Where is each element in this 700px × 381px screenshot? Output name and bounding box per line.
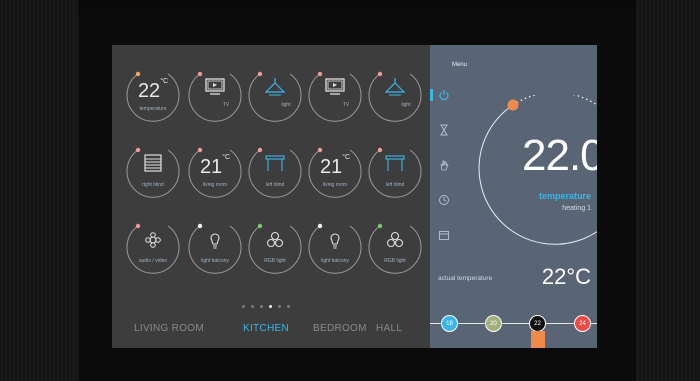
- actual-temp-label: actual temperature: [438, 275, 493, 282]
- device-bezel-left: [0, 0, 78, 381]
- ceiling-light-icon: [384, 78, 406, 96]
- blind-open-icon: [385, 155, 405, 171]
- tile-label: TV: [222, 102, 230, 108]
- tile-label: RGB light: [384, 258, 406, 264]
- tile-value: 21°C: [199, 154, 231, 178]
- tile-light[interactable]: light: [366, 66, 424, 124]
- tile-light-balcony[interactable]: light balcony: [306, 218, 364, 276]
- tile-tv[interactable]: TV: [186, 66, 244, 124]
- preset-24[interactable]: 24: [574, 315, 591, 332]
- preset-22[interactable]: 22: [529, 315, 546, 332]
- tile-audio-video[interactable]: audio / video: [124, 218, 182, 276]
- page-dot[interactable]: [242, 305, 245, 308]
- bulb-icon: [210, 233, 220, 249]
- tile-label: living room: [322, 182, 348, 188]
- tile-rgb-light[interactable]: RGB light: [246, 218, 304, 276]
- room-tab-kitchen[interactable]: KITCHEN: [243, 323, 289, 334]
- blind-icon: [144, 154, 162, 172]
- tile-label: RGB light: [264, 258, 286, 264]
- room-panel: 22°C temperature TV light TV light right…: [112, 45, 430, 348]
- setpoint-dial[interactable]: [478, 95, 597, 270]
- tile-living-room-temp[interactable]: 21°C living room: [306, 142, 364, 200]
- blind-open-icon: [265, 155, 285, 171]
- tile-label: left blind: [385, 182, 405, 188]
- menu-label[interactable]: Menu: [452, 62, 467, 68]
- touch-screen: 22°C temperature TV light TV light right…: [112, 45, 597, 348]
- speaker-icon: [145, 232, 161, 248]
- page-dot[interactable]: [260, 305, 263, 308]
- tile-left-blind[interactable]: left blind: [366, 142, 424, 200]
- tile-label: living room: [202, 182, 228, 188]
- tile-label: light: [401, 102, 411, 108]
- tv-icon: [325, 78, 345, 95]
- tile-label: temperature: [139, 106, 167, 112]
- mode-label: temperature: [538, 191, 591, 201]
- hand-icon[interactable]: [438, 159, 450, 171]
- tile-tv[interactable]: TV: [306, 66, 364, 124]
- tile-label: left blind: [265, 182, 285, 188]
- tv-icon: [205, 78, 225, 95]
- device-bezel-top: [78, 0, 636, 12]
- page-dot[interactable]: [251, 305, 254, 308]
- tile-light[interactable]: light: [246, 66, 304, 124]
- page-indicator[interactable]: [242, 305, 290, 308]
- rgb-icon: [386, 231, 404, 248]
- setpoint-value: 22.0: [522, 131, 597, 180]
- tile-value: 22°C: [137, 78, 169, 102]
- tile-rgb-light[interactable]: RGB light: [366, 218, 424, 276]
- device-bezel-right: [636, 0, 700, 381]
- tile-right-blind[interactable]: right blind: [124, 142, 182, 200]
- rgb-icon: [266, 231, 284, 248]
- tile-label: TV: [342, 102, 350, 108]
- tile-label: light: [281, 102, 291, 108]
- tile-temperature[interactable]: 22°C temperature: [124, 66, 182, 124]
- tile-value: 21°C: [319, 154, 351, 178]
- mode-sub: heating 1: [562, 205, 591, 212]
- ceiling-light-icon: [264, 78, 286, 96]
- dial-handle: [507, 99, 519, 111]
- bulb-icon: [330, 233, 340, 249]
- preset-18[interactable]: 18: [441, 315, 458, 332]
- preset-20[interactable]: 20: [485, 315, 502, 332]
- actual-temp-value: 22°C: [541, 264, 591, 289]
- thermostat-panel: Menu 22.0 temperature heating 1 actual t…: [430, 45, 597, 348]
- tile-label: light balcony: [321, 258, 349, 264]
- room-tab-bedroom[interactable]: BEDROOM: [313, 323, 367, 334]
- page-dot[interactable]: [287, 305, 290, 308]
- tile-label: audio / video: [138, 258, 168, 264]
- tile-label: right blind: [142, 182, 164, 188]
- tile-light-balcony[interactable]: light balcony: [186, 218, 244, 276]
- active-indicator: [430, 89, 433, 101]
- hourglass-icon[interactable]: [438, 124, 450, 136]
- preset-slider-thumb[interactable]: [531, 331, 545, 348]
- page-dot-active[interactable]: [269, 305, 272, 308]
- tile-left-blind[interactable]: left blind: [246, 142, 304, 200]
- room-tab-living-room[interactable]: LIVING ROOM: [134, 323, 204, 334]
- clock-icon[interactable]: [438, 194, 450, 206]
- tile-label: light balcony: [201, 258, 229, 264]
- calendar-icon[interactable]: [438, 229, 450, 241]
- power-icon[interactable]: [438, 89, 450, 101]
- page-dot[interactable]: [278, 305, 281, 308]
- room-tab-hall[interactable]: HALL: [376, 323, 402, 334]
- tile-living-room-temp[interactable]: 21°C living room: [186, 142, 244, 200]
